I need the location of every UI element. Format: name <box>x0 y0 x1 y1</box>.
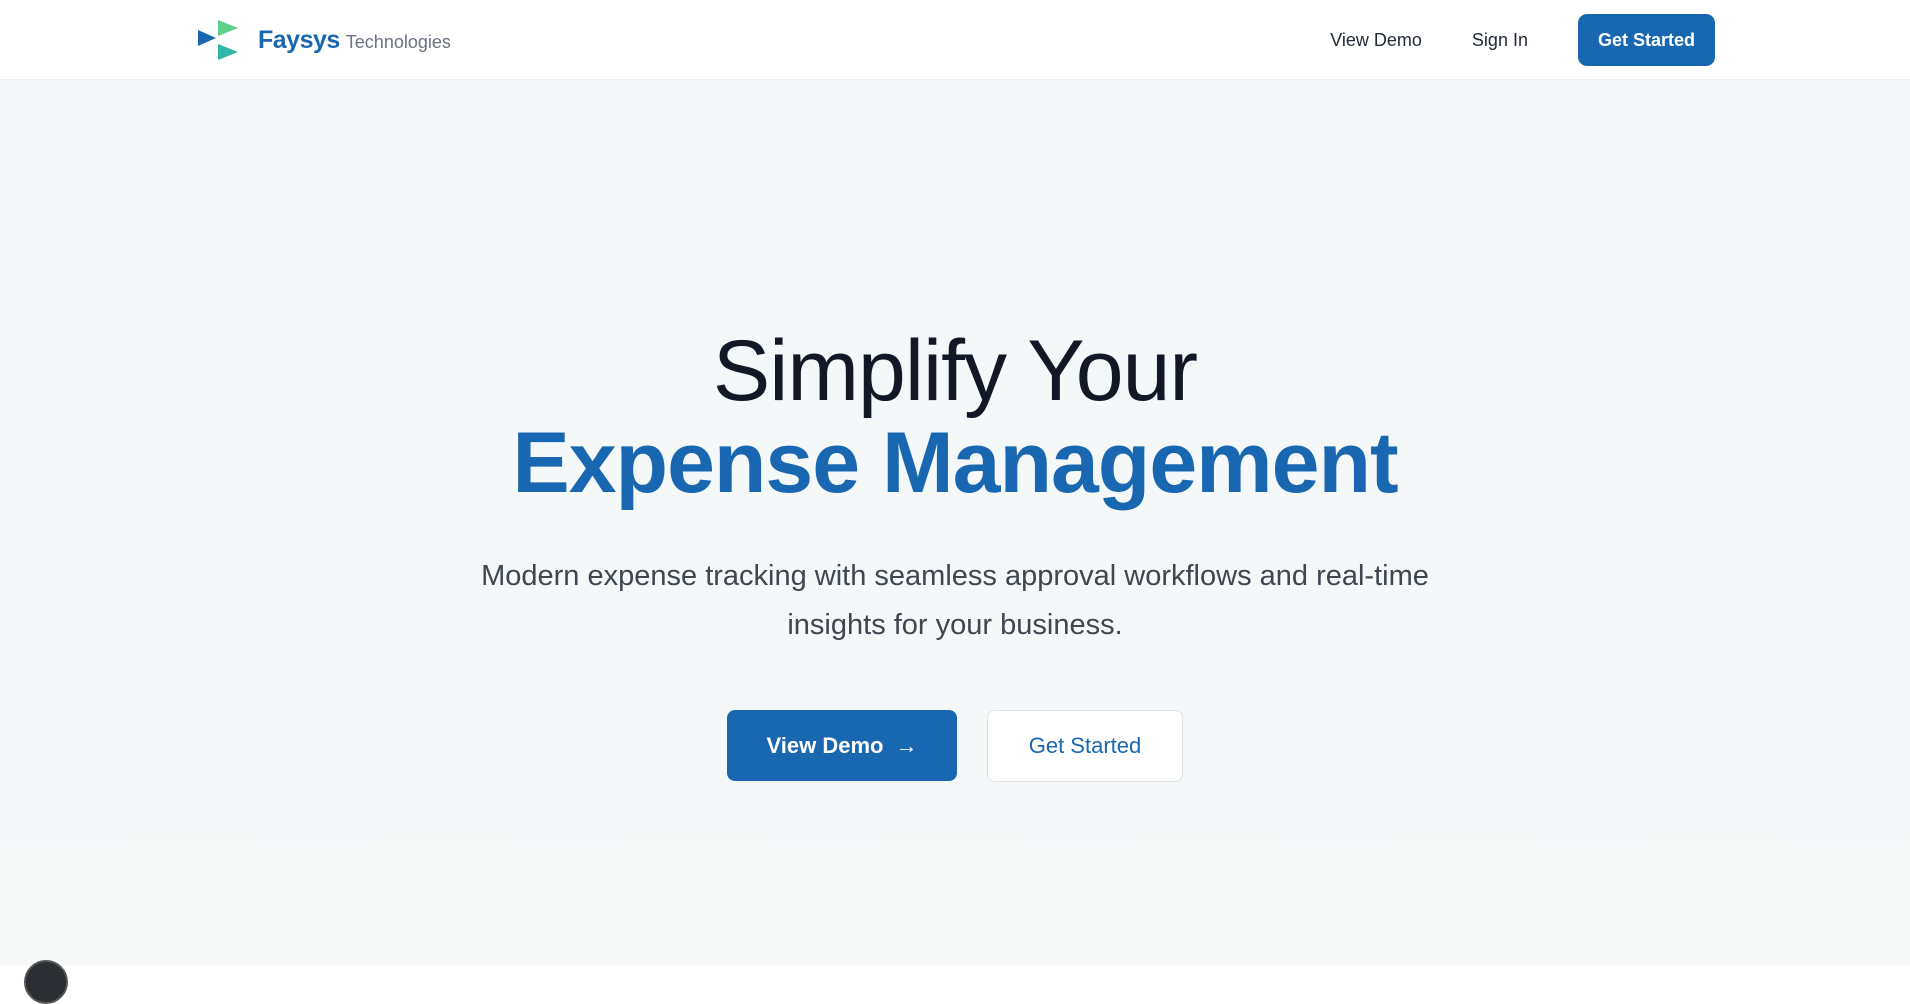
brand-logo-link[interactable]: Faysys Technologies <box>198 20 451 60</box>
top-nav: View Demo Sign In Get Started <box>1330 14 1715 66</box>
top-navbar: Faysys Technologies View Demo Sign In Ge… <box>0 0 1910 80</box>
nav-sign-in-link[interactable]: Sign In <box>1472 30 1528 51</box>
hero-subtitle: Modern expense tracking with seamless ap… <box>481 560 1429 641</box>
brand-name: Faysys <box>258 25 340 54</box>
nav-view-demo-link[interactable]: View Demo <box>1330 30 1422 51</box>
hero-title-line2: Expense Management <box>512 415 1398 511</box>
get-started-button[interactable]: Get Started <box>987 710 1183 782</box>
brand-subtitle: Technologies <box>345 31 451 52</box>
faysys-logo-icon <box>198 20 238 60</box>
nav-get-started-button[interactable]: Get Started <box>1577 14 1715 66</box>
hero-section: Simplify Your Expense Management Modern … <box>0 80 1910 966</box>
view-demo-button-label: View Demo <box>766 732 884 758</box>
hero-title-line1: Simplify Your <box>712 323 1198 419</box>
hero-cta-group: View Demo → Get Started <box>0 710 1910 782</box>
arrow-right-icon: → <box>895 732 918 758</box>
chat-widget-icon[interactable] <box>24 960 68 1004</box>
view-demo-button[interactable]: View Demo → <box>727 710 957 781</box>
